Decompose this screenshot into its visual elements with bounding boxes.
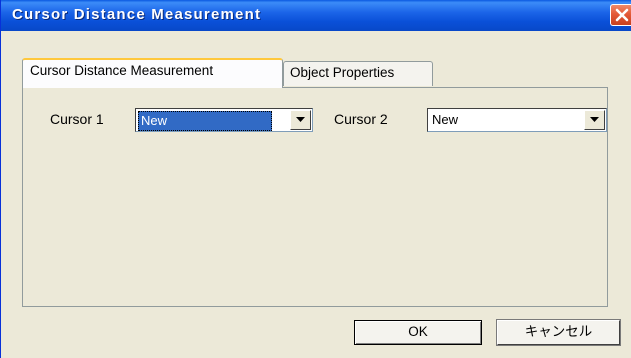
dialog-window: Cursor Distance Measurement Cursor Dista… (0, 0, 631, 358)
window-title: Cursor Distance Measurement (12, 6, 262, 23)
cursor1-dropdown-button[interactable] (290, 110, 311, 130)
cursor1-select[interactable]: New (135, 108, 313, 132)
chevron-down-icon (590, 117, 599, 122)
cursor1-label: Cursor 1 (50, 111, 104, 127)
title-bar[interactable]: Cursor Distance Measurement (1, 0, 631, 31)
cursor2-value: New (432, 112, 459, 127)
cursor2-dropdown-button[interactable] (584, 110, 605, 130)
chevron-down-icon (296, 117, 305, 122)
close-button[interactable] (610, 4, 631, 26)
cursor1-value: New (138, 111, 272, 131)
tab-cursor-distance-measurement[interactable]: Cursor Distance Measurement (22, 58, 283, 88)
cancel-button[interactable]: キャンセル (496, 319, 621, 346)
close-icon (615, 8, 629, 22)
ok-button[interactable]: OK (354, 320, 482, 345)
cursor2-label: Cursor 2 (334, 111, 388, 127)
tab-object-properties[interactable]: Object Properties (283, 61, 433, 86)
cursor2-select[interactable]: New (427, 108, 607, 132)
